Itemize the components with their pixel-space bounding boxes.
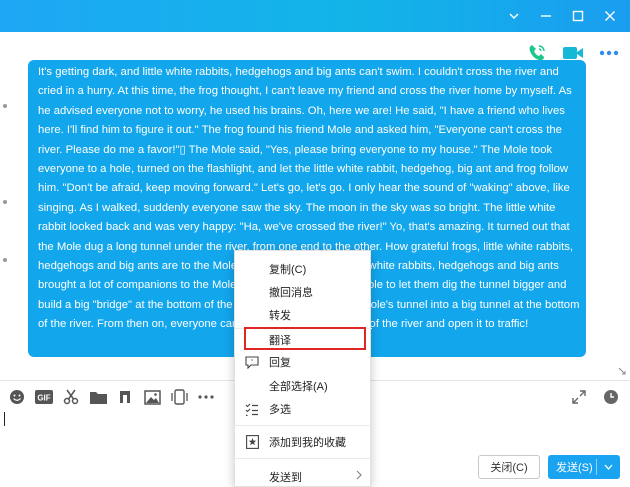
text-input-caret[interactable] xyxy=(4,412,5,426)
margin-dot xyxy=(3,200,7,204)
translate-highlight-box xyxy=(244,327,366,350)
star-bookmark-icon xyxy=(235,435,269,449)
scissors-icon[interactable] xyxy=(62,388,80,406)
menu-divider xyxy=(235,425,372,426)
menu-item-reply[interactable]: “ 回复 xyxy=(235,351,372,373)
chevron-down-icon[interactable] xyxy=(504,6,524,26)
margin-dot xyxy=(3,258,7,262)
input-toolbar: GIF xyxy=(8,386,215,408)
svg-text:“: “ xyxy=(251,359,253,365)
send-button-label[interactable]: 发送(S) xyxy=(548,459,596,475)
menu-item-recall[interactable]: 撤回消息 xyxy=(235,281,372,303)
chevron-right-icon xyxy=(356,470,362,480)
input-toolbar-right xyxy=(570,388,620,406)
emoji-icon[interactable] xyxy=(8,388,26,406)
menu-item-multi-select[interactable]: 多选 xyxy=(235,398,372,420)
margin-dot xyxy=(3,104,7,108)
minimize-icon[interactable] xyxy=(536,6,556,26)
maximize-icon[interactable] xyxy=(568,6,588,26)
context-menu: 复制(C) 撤回消息 转发 翻译 “ 回复 全部选择(A) 多选 添加到我的收藏… xyxy=(234,250,372,487)
phone-screen-icon[interactable] xyxy=(170,388,188,406)
more-dots-icon[interactable] xyxy=(197,388,215,406)
checklist-icon xyxy=(235,402,269,416)
folder-icon[interactable] xyxy=(89,388,107,406)
close-icon[interactable] xyxy=(600,6,620,26)
expand-icon[interactable] xyxy=(570,388,588,406)
gif-icon[interactable]: GIF xyxy=(35,388,53,406)
svg-text:GIF: GIF xyxy=(37,394,50,403)
menu-item-send-to[interactable]: 发送到 xyxy=(235,466,372,487)
chevron-down-icon xyxy=(604,464,613,470)
more-icon[interactable] xyxy=(598,42,620,64)
quote-icon: “ xyxy=(235,355,269,369)
menu-divider xyxy=(235,458,372,459)
title-bar xyxy=(0,0,630,32)
send-button[interactable]: 发送(S) xyxy=(548,455,620,479)
menu-item-copy[interactable]: 复制(C) xyxy=(235,258,372,280)
menu-item-select-all[interactable]: 全部选择(A) xyxy=(235,375,372,397)
history-clock-icon[interactable] xyxy=(602,388,620,406)
menu-item-add-favorite[interactable]: 添加到我的收藏 xyxy=(235,431,372,453)
close-button[interactable]: 关闭(C) xyxy=(478,455,540,479)
send-options-dropdown[interactable] xyxy=(597,464,620,470)
music-icon[interactable] xyxy=(116,388,134,406)
menu-item-forward[interactable]: 转发 xyxy=(235,304,372,326)
image-icon[interactable] xyxy=(143,388,161,406)
resize-corner-icon xyxy=(618,367,626,375)
